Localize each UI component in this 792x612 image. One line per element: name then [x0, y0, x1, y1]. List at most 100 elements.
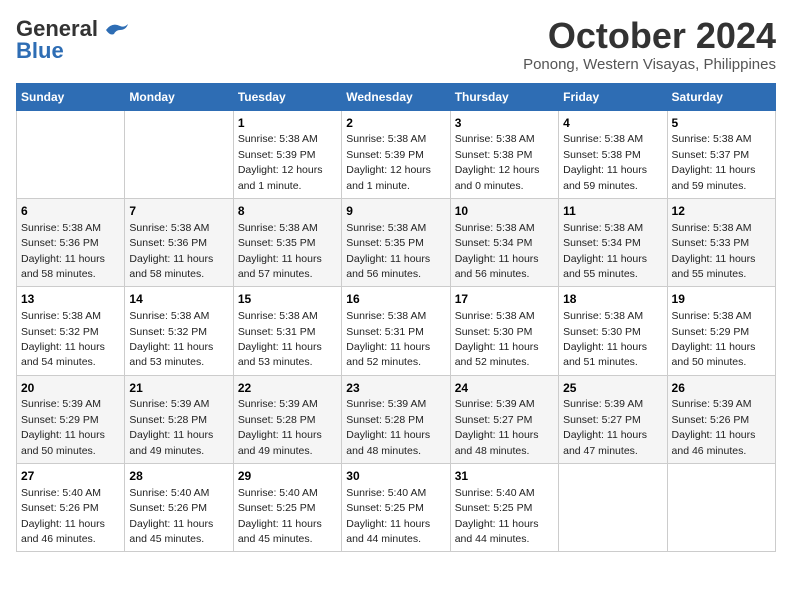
calendar-cell: 27 Sunrise: 5:40 AMSunset: 5:26 PMDaylig…	[17, 464, 125, 552]
calendar-week-row: 6 Sunrise: 5:38 AMSunset: 5:36 PMDayligh…	[17, 198, 776, 286]
day-info: Sunrise: 5:39 AMSunset: 5:26 PMDaylight:…	[672, 398, 756, 456]
day-number: 25	[563, 380, 662, 397]
day-info: Sunrise: 5:38 AMSunset: 5:33 PMDaylight:…	[672, 222, 756, 280]
day-number: 31	[455, 468, 554, 485]
calendar-cell: 24 Sunrise: 5:39 AMSunset: 5:27 PMDaylig…	[450, 375, 558, 463]
calendar-cell: 5 Sunrise: 5:38 AMSunset: 5:37 PMDayligh…	[667, 110, 775, 198]
weekday-row: SundayMondayTuesdayWednesdayThursdayFrid…	[17, 83, 776, 110]
day-number: 8	[238, 203, 337, 220]
calendar-cell: 10 Sunrise: 5:38 AMSunset: 5:34 PMDaylig…	[450, 198, 558, 286]
calendar-cell: 12 Sunrise: 5:38 AMSunset: 5:33 PMDaylig…	[667, 198, 775, 286]
calendar-week-row: 1 Sunrise: 5:38 AMSunset: 5:39 PMDayligh…	[17, 110, 776, 198]
calendar-cell: 17 Sunrise: 5:38 AMSunset: 5:30 PMDaylig…	[450, 287, 558, 375]
calendar-week-row: 13 Sunrise: 5:38 AMSunset: 5:32 PMDaylig…	[17, 287, 776, 375]
day-number: 23	[346, 380, 445, 397]
day-info: Sunrise: 5:40 AMSunset: 5:26 PMDaylight:…	[129, 487, 213, 545]
day-number: 12	[672, 203, 771, 220]
day-info: Sunrise: 5:38 AMSunset: 5:29 PMDaylight:…	[672, 310, 756, 368]
day-number: 9	[346, 203, 445, 220]
calendar-cell: 29 Sunrise: 5:40 AMSunset: 5:25 PMDaylig…	[233, 464, 341, 552]
title-block: October 2024 Ponong, Western Visayas, Ph…	[523, 16, 776, 73]
weekday-header: Saturday	[667, 83, 775, 110]
calendar-cell: 8 Sunrise: 5:38 AMSunset: 5:35 PMDayligh…	[233, 198, 341, 286]
day-number: 1	[238, 115, 337, 132]
day-info: Sunrise: 5:40 AMSunset: 5:25 PMDaylight:…	[346, 487, 430, 545]
day-number: 19	[672, 291, 771, 308]
calendar-header: SundayMondayTuesdayWednesdayThursdayFrid…	[17, 83, 776, 110]
day-number: 15	[238, 291, 337, 308]
calendar-cell: 18 Sunrise: 5:38 AMSunset: 5:30 PMDaylig…	[559, 287, 667, 375]
day-info: Sunrise: 5:38 AMSunset: 5:37 PMDaylight:…	[672, 133, 756, 191]
calendar-cell: 14 Sunrise: 5:38 AMSunset: 5:32 PMDaylig…	[125, 287, 233, 375]
day-number: 14	[129, 291, 228, 308]
day-info: Sunrise: 5:39 AMSunset: 5:27 PMDaylight:…	[563, 398, 647, 456]
day-number: 28	[129, 468, 228, 485]
day-number: 13	[21, 291, 120, 308]
calendar-cell: 11 Sunrise: 5:38 AMSunset: 5:34 PMDaylig…	[559, 198, 667, 286]
day-info: Sunrise: 5:38 AMSunset: 5:38 PMDaylight:…	[455, 133, 540, 191]
calendar-cell: 20 Sunrise: 5:39 AMSunset: 5:29 PMDaylig…	[17, 375, 125, 463]
calendar-cell: 4 Sunrise: 5:38 AMSunset: 5:38 PMDayligh…	[559, 110, 667, 198]
day-number: 26	[672, 380, 771, 397]
day-number: 22	[238, 380, 337, 397]
day-number: 21	[129, 380, 228, 397]
day-number: 4	[563, 115, 662, 132]
day-info: Sunrise: 5:38 AMSunset: 5:35 PMDaylight:…	[346, 222, 430, 280]
page-title: October 2024	[523, 16, 776, 56]
calendar-cell: 16 Sunrise: 5:38 AMSunset: 5:31 PMDaylig…	[342, 287, 450, 375]
calendar-table: SundayMondayTuesdayWednesdayThursdayFrid…	[16, 83, 776, 553]
calendar-cell: 28 Sunrise: 5:40 AMSunset: 5:26 PMDaylig…	[125, 464, 233, 552]
calendar-cell: 15 Sunrise: 5:38 AMSunset: 5:31 PMDaylig…	[233, 287, 341, 375]
calendar-cell	[125, 110, 233, 198]
day-number: 5	[672, 115, 771, 132]
day-number: 20	[21, 380, 120, 397]
page-header: General Blue October 2024 Ponong, Wester…	[16, 16, 776, 73]
weekday-header: Friday	[559, 83, 667, 110]
day-info: Sunrise: 5:40 AMSunset: 5:25 PMDaylight:…	[238, 487, 322, 545]
day-info: Sunrise: 5:38 AMSunset: 5:34 PMDaylight:…	[455, 222, 539, 280]
day-number: 6	[21, 203, 120, 220]
day-info: Sunrise: 5:39 AMSunset: 5:29 PMDaylight:…	[21, 398, 105, 456]
calendar-cell	[667, 464, 775, 552]
calendar-cell: 22 Sunrise: 5:39 AMSunset: 5:28 PMDaylig…	[233, 375, 341, 463]
calendar-cell: 21 Sunrise: 5:39 AMSunset: 5:28 PMDaylig…	[125, 375, 233, 463]
day-info: Sunrise: 5:38 AMSunset: 5:39 PMDaylight:…	[346, 133, 431, 191]
day-info: Sunrise: 5:39 AMSunset: 5:27 PMDaylight:…	[455, 398, 539, 456]
day-info: Sunrise: 5:39 AMSunset: 5:28 PMDaylight:…	[346, 398, 430, 456]
day-number: 3	[455, 115, 554, 132]
calendar-cell: 31 Sunrise: 5:40 AMSunset: 5:25 PMDaylig…	[450, 464, 558, 552]
day-number: 2	[346, 115, 445, 132]
day-info: Sunrise: 5:40 AMSunset: 5:26 PMDaylight:…	[21, 487, 105, 545]
day-info: Sunrise: 5:38 AMSunset: 5:31 PMDaylight:…	[346, 310, 430, 368]
day-number: 30	[346, 468, 445, 485]
calendar-week-row: 27 Sunrise: 5:40 AMSunset: 5:26 PMDaylig…	[17, 464, 776, 552]
day-info: Sunrise: 5:38 AMSunset: 5:30 PMDaylight:…	[563, 310, 647, 368]
calendar-cell: 19 Sunrise: 5:38 AMSunset: 5:29 PMDaylig…	[667, 287, 775, 375]
calendar-cell: 2 Sunrise: 5:38 AMSunset: 5:39 PMDayligh…	[342, 110, 450, 198]
day-info: Sunrise: 5:38 AMSunset: 5:32 PMDaylight:…	[21, 310, 105, 368]
day-number: 29	[238, 468, 337, 485]
calendar-cell: 7 Sunrise: 5:38 AMSunset: 5:36 PMDayligh…	[125, 198, 233, 286]
day-info: Sunrise: 5:38 AMSunset: 5:38 PMDaylight:…	[563, 133, 647, 191]
calendar-cell: 9 Sunrise: 5:38 AMSunset: 5:35 PMDayligh…	[342, 198, 450, 286]
weekday-header: Wednesday	[342, 83, 450, 110]
day-info: Sunrise: 5:38 AMSunset: 5:34 PMDaylight:…	[563, 222, 647, 280]
calendar-cell: 25 Sunrise: 5:39 AMSunset: 5:27 PMDaylig…	[559, 375, 667, 463]
day-number: 17	[455, 291, 554, 308]
weekday-header: Tuesday	[233, 83, 341, 110]
calendar-cell	[17, 110, 125, 198]
day-number: 27	[21, 468, 120, 485]
day-number: 18	[563, 291, 662, 308]
day-info: Sunrise: 5:38 AMSunset: 5:31 PMDaylight:…	[238, 310, 322, 368]
calendar-cell: 3 Sunrise: 5:38 AMSunset: 5:38 PMDayligh…	[450, 110, 558, 198]
day-info: Sunrise: 5:39 AMSunset: 5:28 PMDaylight:…	[129, 398, 213, 456]
calendar-week-row: 20 Sunrise: 5:39 AMSunset: 5:29 PMDaylig…	[17, 375, 776, 463]
logo-bird-icon	[102, 20, 130, 38]
calendar-cell: 30 Sunrise: 5:40 AMSunset: 5:25 PMDaylig…	[342, 464, 450, 552]
page-subtitle: Ponong, Western Visayas, Philippines	[523, 56, 776, 73]
day-number: 10	[455, 203, 554, 220]
weekday-header: Sunday	[17, 83, 125, 110]
day-number: 11	[563, 203, 662, 220]
calendar-cell	[559, 464, 667, 552]
weekday-header: Thursday	[450, 83, 558, 110]
